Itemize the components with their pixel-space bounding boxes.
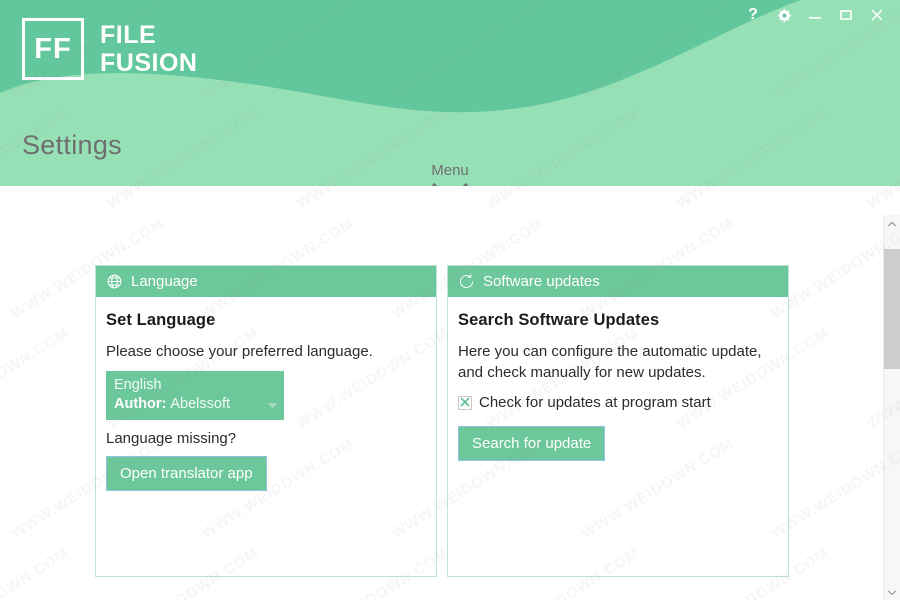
card-updates-body: Search Software Updates Here you can con…	[448, 297, 788, 471]
menu-toggle-label: Menu	[431, 162, 469, 179]
card-language-title: Language	[131, 273, 198, 290]
search-updates-description: Here you can configure the automatic upd…	[458, 343, 762, 381]
logo-wordmark: FILE FUSION	[100, 21, 197, 77]
minimize-button[interactable]	[802, 2, 828, 28]
check-updates-row[interactable]: Check for updates at program start	[458, 392, 778, 414]
set-language-heading: Set Language	[106, 311, 216, 329]
globe-icon	[106, 273, 123, 290]
chevron-down-icon	[887, 583, 897, 600]
scroll-up-button[interactable]	[884, 215, 900, 232]
language-author-label: Author:	[114, 396, 167, 412]
card-language: Language Set Language Please choose your…	[95, 265, 437, 577]
search-for-update-button[interactable]: Search for update	[458, 426, 606, 461]
gear-icon	[777, 8, 792, 23]
page-title: Settings	[22, 130, 122, 160]
settings-cards: Language Set Language Please choose your…	[95, 265, 789, 577]
search-updates-heading: Search Software Updates	[458, 311, 660, 329]
check-updates-label: Check for updates at program start	[479, 394, 711, 411]
refresh-icon	[458, 273, 475, 290]
logo-mark: FF	[22, 18, 84, 80]
scrollbar-thumb[interactable]	[884, 249, 900, 369]
vertical-scrollbar[interactable]	[883, 215, 900, 600]
open-translator-app-button[interactable]: Open translator app	[106, 456, 267, 491]
card-software-updates: Software updates Search Software Updates…	[447, 265, 789, 577]
language-dropdown-value: English	[114, 377, 162, 393]
chevron-up-icon	[887, 215, 897, 233]
chevron-down-icon	[268, 396, 277, 415]
set-language-description: Please choose your preferred language.	[106, 343, 373, 360]
language-missing-label: Language missing?	[106, 430, 237, 447]
minimize-icon	[807, 7, 823, 23]
checkmark-x-icon	[460, 394, 470, 412]
language-dropdown-author: Author: Abelssoft	[114, 395, 262, 414]
card-updates-title: Software updates	[483, 273, 600, 290]
check-updates-checkbox[interactable]	[458, 396, 472, 410]
settings-button[interactable]	[771, 2, 797, 28]
language-dropdown[interactable]: English Author: Abelssoft	[106, 371, 284, 420]
scroll-down-button[interactable]	[884, 583, 900, 600]
logo-line-1: FILE	[100, 21, 157, 49]
language-author-value: Abelssoft	[170, 396, 231, 412]
card-language-body: Set Language Please choose your preferre…	[96, 297, 436, 501]
card-updates-header: Software updates	[448, 266, 788, 297]
question-mark-icon: ?	[748, 6, 758, 23]
window-controls: ?	[740, 2, 890, 28]
close-button[interactable]	[864, 2, 890, 28]
help-button[interactable]: ?	[740, 2, 766, 28]
logo-line-2: FUSION	[100, 49, 198, 77]
card-language-header: Language	[96, 266, 436, 297]
app-logo: FF FILE FUSION	[22, 18, 197, 80]
maximize-button[interactable]	[833, 2, 859, 28]
maximize-icon	[838, 7, 854, 23]
application-window: FF FILE FUSION ? Settings Menu Language …	[0, 0, 900, 600]
scrollbar-track[interactable]	[884, 232, 900, 583]
settings-content: Language Set Language Please choose your…	[0, 186, 900, 600]
close-icon	[869, 7, 885, 23]
